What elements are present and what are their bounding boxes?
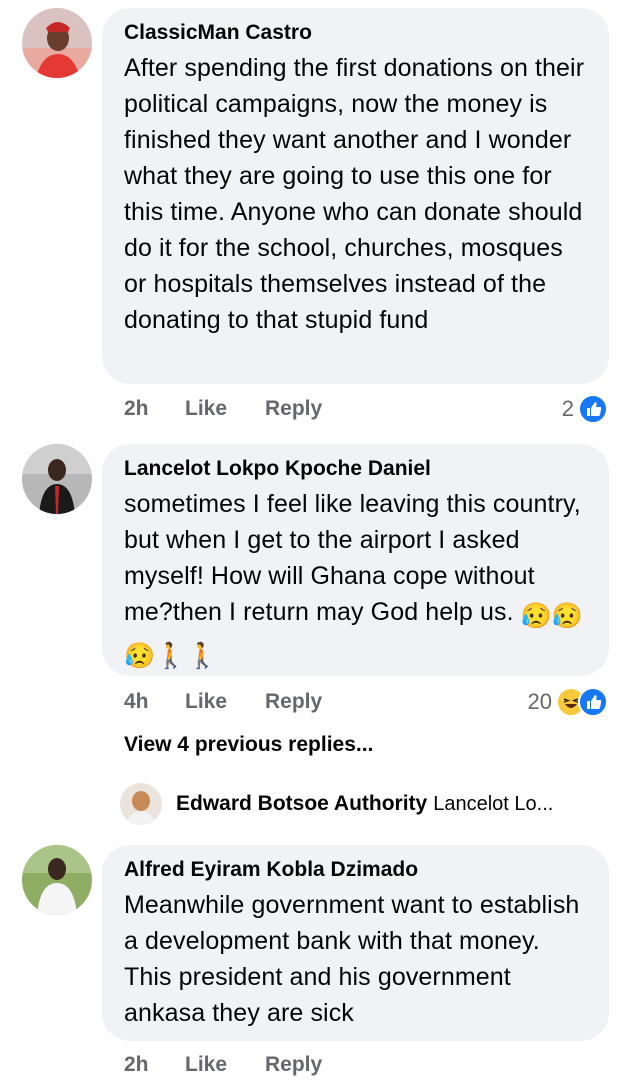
reply-preview[interactable]: Edward Botsoe Authority Lancelot Lo... [120,783,554,825]
reaction-summary[interactable]: 2 [562,394,608,424]
avatar[interactable] [22,8,92,78]
sad-face-emoji: 😥 [551,602,584,630]
comment-bubble: ClassicMan Castro After spending the fir… [102,8,609,384]
comment-text: After spending the first donations on th… [124,54,585,334]
comment-text-body: sometimes I feel like leaving this count… [124,490,581,626]
reply-author[interactable]: Edward Botsoe Authority [176,792,427,816]
reply-text-preview: Lancelot Lo... [433,792,554,815]
avatar[interactable] [120,783,162,825]
comment-author[interactable]: Alfred Eyiram Kobla Dzimado [124,857,587,883]
like-button[interactable]: Like [185,687,227,717]
reply-button[interactable]: Reply [265,687,322,717]
comment-time[interactable]: 2h [124,394,149,424]
avatar[interactable] [22,444,92,514]
comment-bubble: Lancelot Lokpo Kpoche Daniel sometimes I… [102,444,609,676]
walking-emoji: 🚶 [186,642,218,670]
view-previous-replies-link[interactable]: View 4 previous replies... [124,730,373,760]
sad-face-emoji: 😥 [520,602,552,630]
comment-time[interactable]: 2h [124,1050,149,1080]
comment-author[interactable]: ClassicMan Castro [124,20,587,46]
like-reaction-icon [578,687,608,717]
like-button[interactable]: Like [185,1050,227,1080]
like-reaction-icon [578,394,608,424]
reaction-summary[interactable]: 20 [528,687,608,717]
reaction-count: 20 [527,689,552,714]
walking-emoji: 🚶 [155,642,187,670]
reply-button[interactable]: Reply [265,1050,322,1080]
avatar[interactable] [22,845,92,915]
comment-author[interactable]: Lancelot Lokpo Kpoche Daniel [124,456,587,482]
reply-button[interactable]: Reply [265,394,322,424]
comment-text: sometimes I feel like leaving this count… [124,486,587,674]
like-button[interactable]: Like [185,394,227,424]
reaction-count: 2 [561,396,574,421]
comment-bubble: Alfred Eyiram Kobla Dzimado Meanwhile go… [102,845,609,1041]
comment-text: Meanwhile government want to establish a… [124,891,580,1027]
comment-time[interactable]: 4h [124,687,149,717]
sad-face-emoji: 😥 [124,642,156,670]
